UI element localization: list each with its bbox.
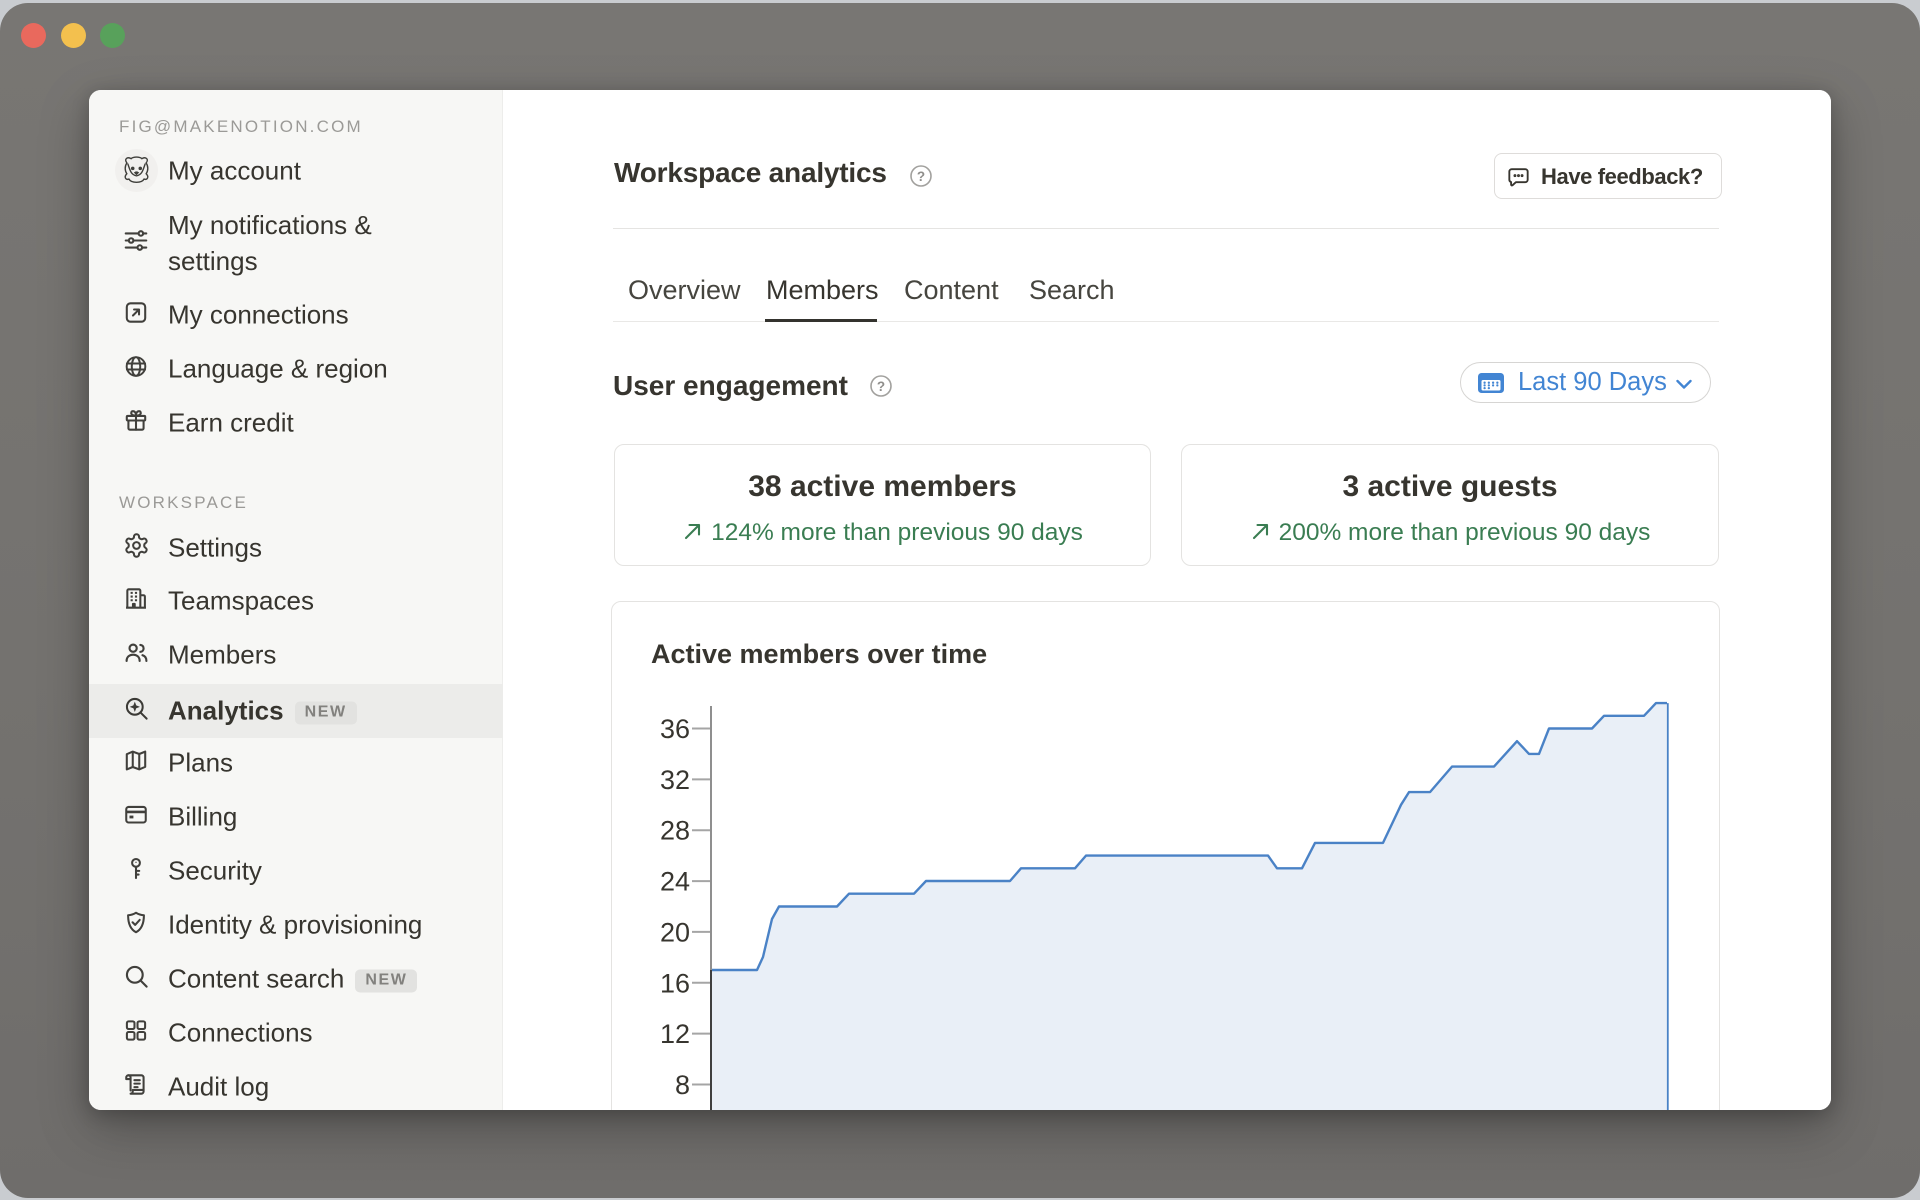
svg-text:20: 20 xyxy=(660,917,690,947)
svg-text:32: 32 xyxy=(660,765,690,795)
svg-text:24: 24 xyxy=(660,867,690,897)
svg-text:16: 16 xyxy=(660,968,690,998)
svg-text:8: 8 xyxy=(675,1070,690,1100)
svg-text:28: 28 xyxy=(660,816,690,846)
svg-text:12: 12 xyxy=(660,1019,690,1049)
svg-text:36: 36 xyxy=(660,714,690,744)
